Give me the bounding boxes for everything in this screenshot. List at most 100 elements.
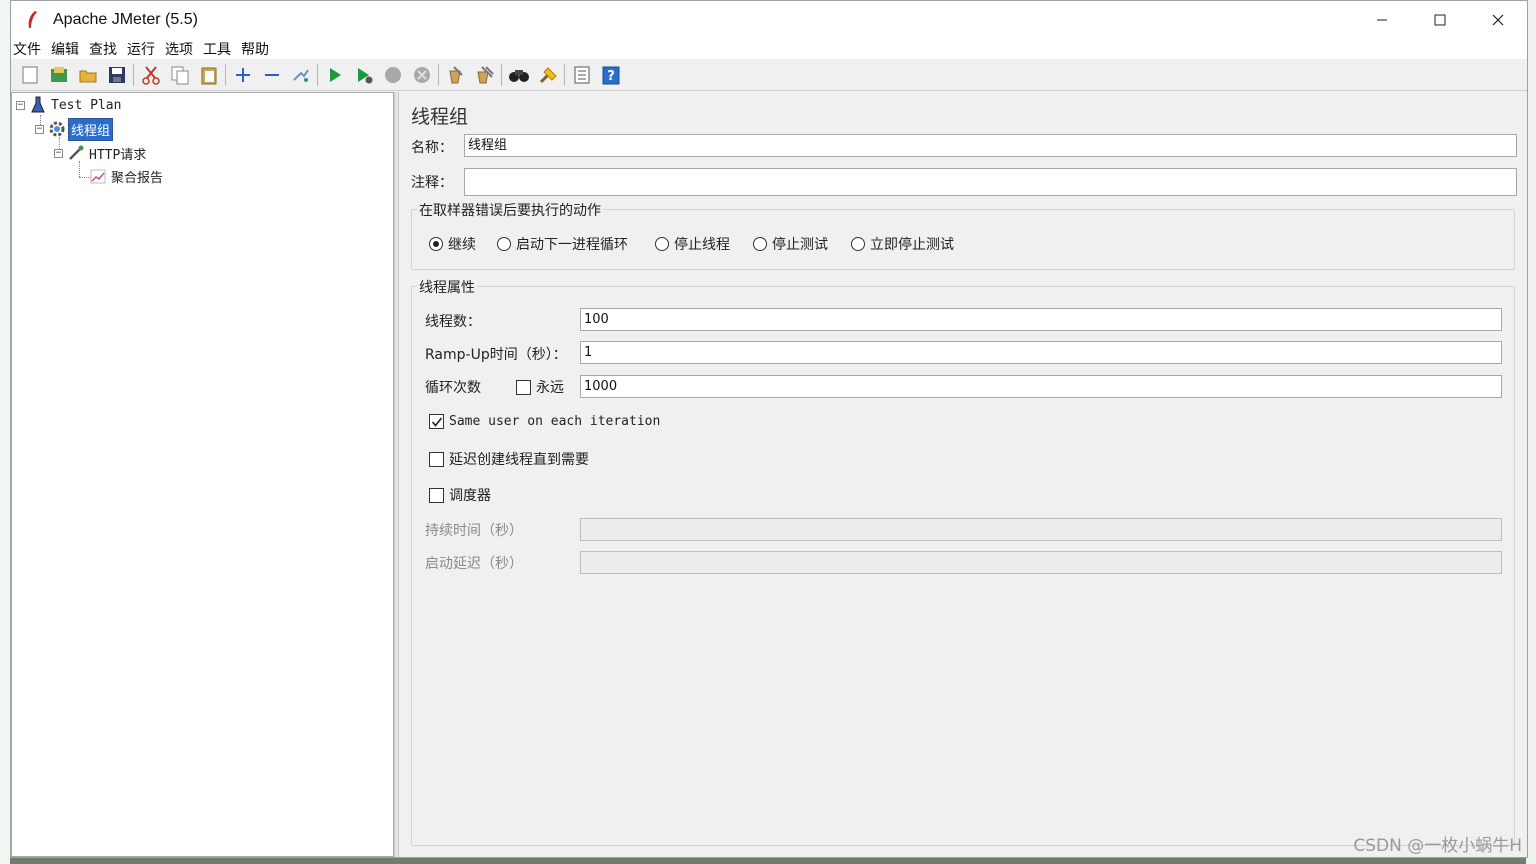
sampler-pipette-icon — [67, 144, 85, 162]
same-user-checkbox[interactable] — [429, 414, 444, 429]
tree-label-http-request: HTTP请求 — [89, 147, 147, 163]
threads-label: 线程数： — [425, 314, 481, 330]
content-area: − Test Plan − 线程组 − HTTP请求 聚合报告 线程组 名称： … — [11, 92, 1527, 857]
maximize-button[interactable] — [1411, 1, 1469, 39]
start-no-pause-icon[interactable] — [352, 63, 376, 87]
function-helper-icon[interactable] — [570, 63, 594, 87]
rampup-label: Ramp-Up时间（秒）： — [425, 347, 567, 363]
menu-options[interactable]: 选项 — [165, 39, 193, 59]
help-icon[interactable]: ? — [599, 63, 623, 87]
expand-icon[interactable] — [231, 63, 255, 87]
radio-label: 启动下一进程循环 — [516, 237, 628, 253]
comment-input[interactable] — [464, 168, 1517, 196]
tree-label-aggregate-report: 聚合报告 — [111, 170, 164, 186]
menu-file[interactable]: 文件 — [13, 39, 41, 59]
collapse-toggle-icon[interactable]: − — [54, 148, 63, 158]
threads-input[interactable]: 100 — [580, 308, 1502, 331]
test-plan-tree: − Test Plan − 线程组 − HTTP请求 聚合报告 — [11, 92, 394, 857]
startup-delay-label: 启动延迟（秒） — [425, 556, 523, 572]
toolbar-separator — [501, 63, 502, 86]
same-user-checkbox-item[interactable]: Same user on each iteration — [429, 414, 660, 429]
paste-icon[interactable] — [197, 63, 221, 87]
thread-properties-title: 线程属性 — [417, 277, 477, 297]
loop-count-label: 循环次数 — [425, 380, 481, 396]
on-error-title: 在取样器错误后要执行的动作 — [417, 200, 603, 220]
minimize-button[interactable] — [1353, 1, 1411, 39]
save-icon[interactable] — [105, 63, 129, 87]
duration-input[interactable] — [580, 518, 1502, 541]
cut-icon[interactable] — [139, 63, 163, 87]
open-icon[interactable] — [76, 63, 100, 87]
radio-button[interactable] — [497, 237, 511, 251]
startup-delay-input[interactable] — [580, 551, 1502, 574]
radio-stop-test-now[interactable]: 立即停止测试 — [851, 234, 954, 254]
toolbar-separator — [317, 63, 318, 86]
delay-thread-creation-checkbox[interactable] — [429, 451, 444, 467]
duration-label: 持续时间（秒） — [425, 523, 523, 539]
clear-icon[interactable] — [444, 63, 468, 87]
svg-text:?: ? — [607, 69, 615, 84]
radio-continue[interactable]: 继续 — [429, 234, 476, 254]
radio-button[interactable] — [753, 237, 767, 251]
radio-button[interactable] — [655, 237, 669, 251]
menu-help[interactable]: 帮助 — [241, 39, 269, 59]
reset-search-icon[interactable] — [536, 63, 560, 87]
delay-thread-creation-label: 延迟创建线程直到需要 — [449, 452, 589, 468]
clear-all-icon[interactable] — [473, 63, 497, 87]
forever-checkbox-item[interactable]: 永远 — [516, 377, 564, 397]
scheduler-checkbox[interactable] — [429, 487, 444, 503]
menu-tools[interactable]: 工具 — [203, 39, 231, 59]
tree-node-thread-group[interactable]: − 线程组 — [35, 117, 114, 141]
toggle-icon[interactable] — [289, 63, 313, 87]
radio-stop-thread[interactable]: 停止线程 — [655, 234, 730, 254]
background-app-strip — [0, 0, 10, 864]
new-icon[interactable] — [18, 63, 42, 87]
forever-label: 永远 — [536, 380, 564, 396]
toolbar-separator — [133, 63, 134, 86]
stop-icon[interactable] — [381, 63, 405, 87]
tree-label-test-plan: Test Plan — [51, 97, 122, 113]
jmeter-feather-icon — [21, 9, 43, 31]
copy-icon[interactable] — [168, 63, 192, 87]
csdn-watermark: CSDN @一枚小蜗牛H — [1353, 836, 1522, 856]
jmeter-window: Apache JMeter (5.5) 文件 编辑 查找 运行 选项 工具 帮助 — [10, 0, 1528, 858]
delay-thread-creation-checkbox-item[interactable]: 延迟创建线程直到需要 — [429, 449, 589, 469]
collapse-toggle-icon[interactable]: − — [16, 100, 25, 110]
forever-checkbox[interactable] — [516, 379, 531, 395]
close-button[interactable] — [1469, 1, 1527, 39]
loop-count-input[interactable]: 1000 — [580, 375, 1502, 398]
radio-stop-test[interactable]: 停止测试 — [753, 234, 828, 254]
tree-node-aggregate-report[interactable]: 聚合报告 — [89, 165, 165, 187]
checkmark-icon — [431, 417, 442, 427]
tree-node-test-plan[interactable]: − Test Plan — [16, 94, 123, 116]
scheduler-label: 调度器 — [449, 488, 491, 504]
tree-label-thread-group: 线程组 — [68, 117, 114, 141]
thread-group-gear-icon — [48, 120, 66, 138]
toolbar-separator — [564, 63, 565, 86]
scheduler-checkbox-item[interactable]: 调度器 — [429, 485, 491, 505]
toolbar-separator — [438, 63, 439, 86]
test-plan-flask-icon — [29, 96, 47, 114]
name-input[interactable]: 线程组 — [464, 134, 1517, 157]
title-bar: Apache JMeter (5.5) — [11, 1, 1527, 39]
radio-button[interactable] — [429, 237, 443, 251]
toolbar-separator — [225, 63, 226, 86]
menu-search[interactable]: 查找 — [89, 39, 117, 59]
name-label: 名称： — [411, 140, 453, 156]
thread-group-panel: 线程组 名称： 线程组 注释： 在取样器错误后要执行的动作 继续 启动下一进程循… — [399, 92, 1527, 857]
collapse-toggle-icon[interactable]: − — [35, 124, 44, 134]
search-icon[interactable] — [507, 63, 531, 87]
tree-node-http-request[interactable]: − HTTP请求 — [54, 142, 148, 164]
shutdown-icon[interactable] — [410, 63, 434, 87]
comment-label: 注释： — [411, 175, 453, 191]
panel-title: 线程组 — [411, 106, 469, 128]
menu-run[interactable]: 运行 — [127, 39, 155, 59]
radio-start-next-loop[interactable]: 启动下一进程循环 — [497, 234, 628, 254]
radio-button[interactable] — [851, 237, 865, 251]
rampup-input[interactable]: 1 — [580, 341, 1502, 364]
collapse-icon[interactable] — [260, 63, 284, 87]
start-icon[interactable] — [323, 63, 347, 87]
templates-icon[interactable] — [47, 63, 71, 87]
menu-edit[interactable]: 编辑 — [51, 39, 79, 59]
radio-label: 继续 — [448, 237, 476, 253]
